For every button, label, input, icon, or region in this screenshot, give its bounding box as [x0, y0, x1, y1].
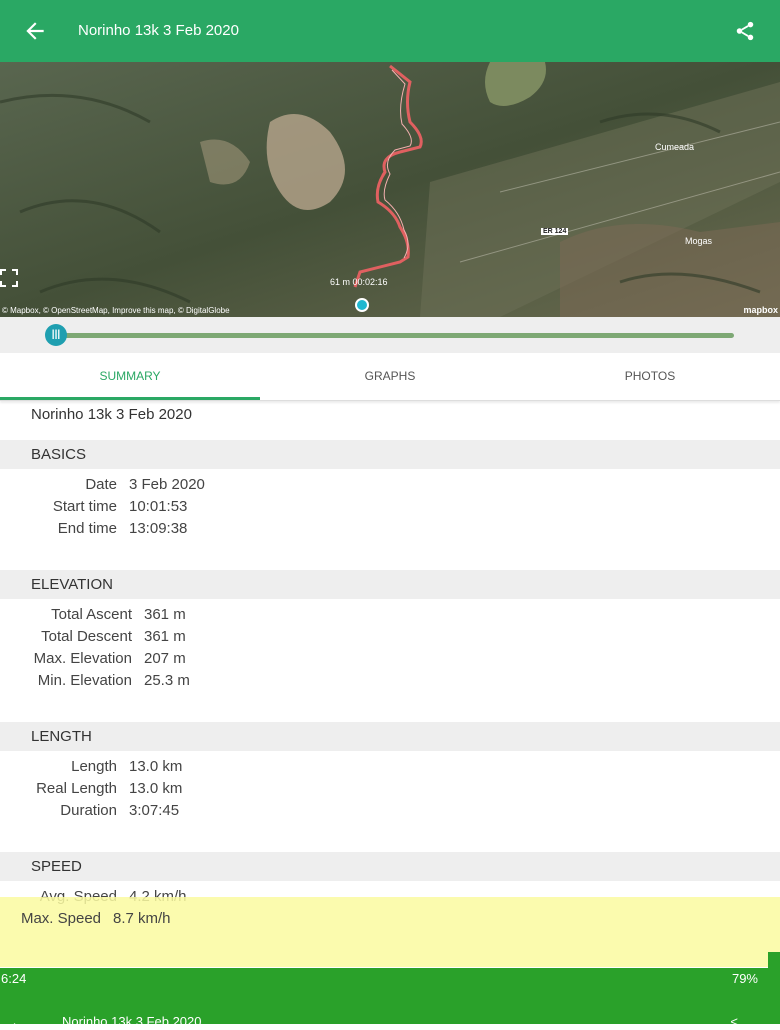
battery-level: 79%: [731, 971, 758, 986]
tab-photos[interactable]: PHOTOS: [520, 353, 780, 400]
place-label: Cumeada: [655, 142, 695, 152]
row-label: Max. Speed: [20, 910, 101, 927]
section-elevation: ELEVATION: [0, 570, 780, 599]
app-bar: Norinho 13k 3 Feb 2020: [0, 0, 780, 62]
back-arrow-icon[interactable]: ←: [10, 1014, 24, 1030]
row-value: 13:09:38: [129, 520, 188, 537]
share-icon[interactable]: <: [730, 1014, 738, 1029]
tab-summary[interactable]: SUMMARY: [0, 353, 260, 400]
slider-thumb-icon[interactable]: |||: [45, 324, 67, 346]
section-heading: BASICS: [31, 446, 87, 463]
status-bar: 6:24 79%: [0, 968, 780, 990]
row-label: Total Descent: [41, 628, 132, 645]
row-label: Start time: [52, 498, 117, 515]
marker-label: 61 m 00:02:16: [330, 277, 388, 287]
row-value: 361 m: [144, 606, 186, 623]
tab-bar: SUMMARY GRAPHS PHOTOS: [0, 353, 780, 401]
row-label: Real Length: [36, 780, 117, 797]
section-heading: SPEED: [31, 858, 82, 875]
slider-track[interactable]: [57, 333, 734, 338]
track-name: Norinho 13k 3 Feb 2020: [31, 406, 192, 423]
row-label: End time: [57, 520, 117, 537]
playback-slider[interactable]: |||: [0, 317, 780, 353]
mapbox-logo: mapbox: [743, 305, 778, 315]
row-label: Total Ascent: [51, 606, 132, 623]
row-value: 3:07:45: [129, 802, 180, 819]
row-value: 13.0 km: [129, 758, 183, 775]
road-label: ER 124: [541, 228, 569, 235]
row-value: 207 m: [144, 650, 186, 667]
row-value: 8.7 km/h: [113, 910, 171, 927]
row-label: Min. Elevation: [37, 672, 132, 689]
section-basics: BASICS: [0, 440, 780, 469]
section-heading: ELEVATION: [31, 576, 113, 593]
section-length: LENGTH: [0, 722, 780, 751]
location-dot-icon: [355, 298, 369, 312]
section-heading: LENGTH: [31, 728, 92, 745]
row-value: 3 Feb 2020: [129, 476, 205, 493]
fullscreen-icon[interactable]: [0, 269, 18, 287]
status-time: 6:24: [1, 971, 27, 986]
page-title: Norinho 13k 3 Feb 2020: [62, 1014, 202, 1029]
satellite-map[interactable]: Cumeada Mogas ER 124 61 m 00:02:16 © Map…: [0, 62, 780, 317]
highlight-overlay: [0, 897, 780, 967]
row-label: Length: [71, 758, 117, 775]
row-value: 13.0 km: [129, 780, 183, 797]
row-label: Max. Elevation: [33, 650, 132, 667]
back-arrow-icon[interactable]: [22, 18, 48, 44]
row-value: 361 m: [144, 628, 186, 645]
row-value: 10:01:53: [129, 498, 188, 515]
secondary-app-bar: ← Norinho 13k 3 Feb 2020 <: [0, 990, 780, 1030]
edge-handle[interactable]: [768, 952, 780, 968]
place-label: Mogas: [685, 236, 713, 246]
row-label: Duration: [60, 802, 117, 819]
tab-graphs[interactable]: GRAPHS: [260, 353, 520, 400]
row-value: 25.3 m: [144, 672, 190, 689]
section-speed: SPEED: [0, 852, 780, 881]
page-title: Norinho 13k 3 Feb 2020: [78, 22, 239, 39]
row-label: Date: [85, 476, 117, 493]
map-imagery: [0, 62, 780, 317]
map-attribution[interactable]: © Mapbox, © OpenStreetMap, Improve this …: [2, 306, 230, 315]
share-icon[interactable]: [734, 20, 756, 42]
